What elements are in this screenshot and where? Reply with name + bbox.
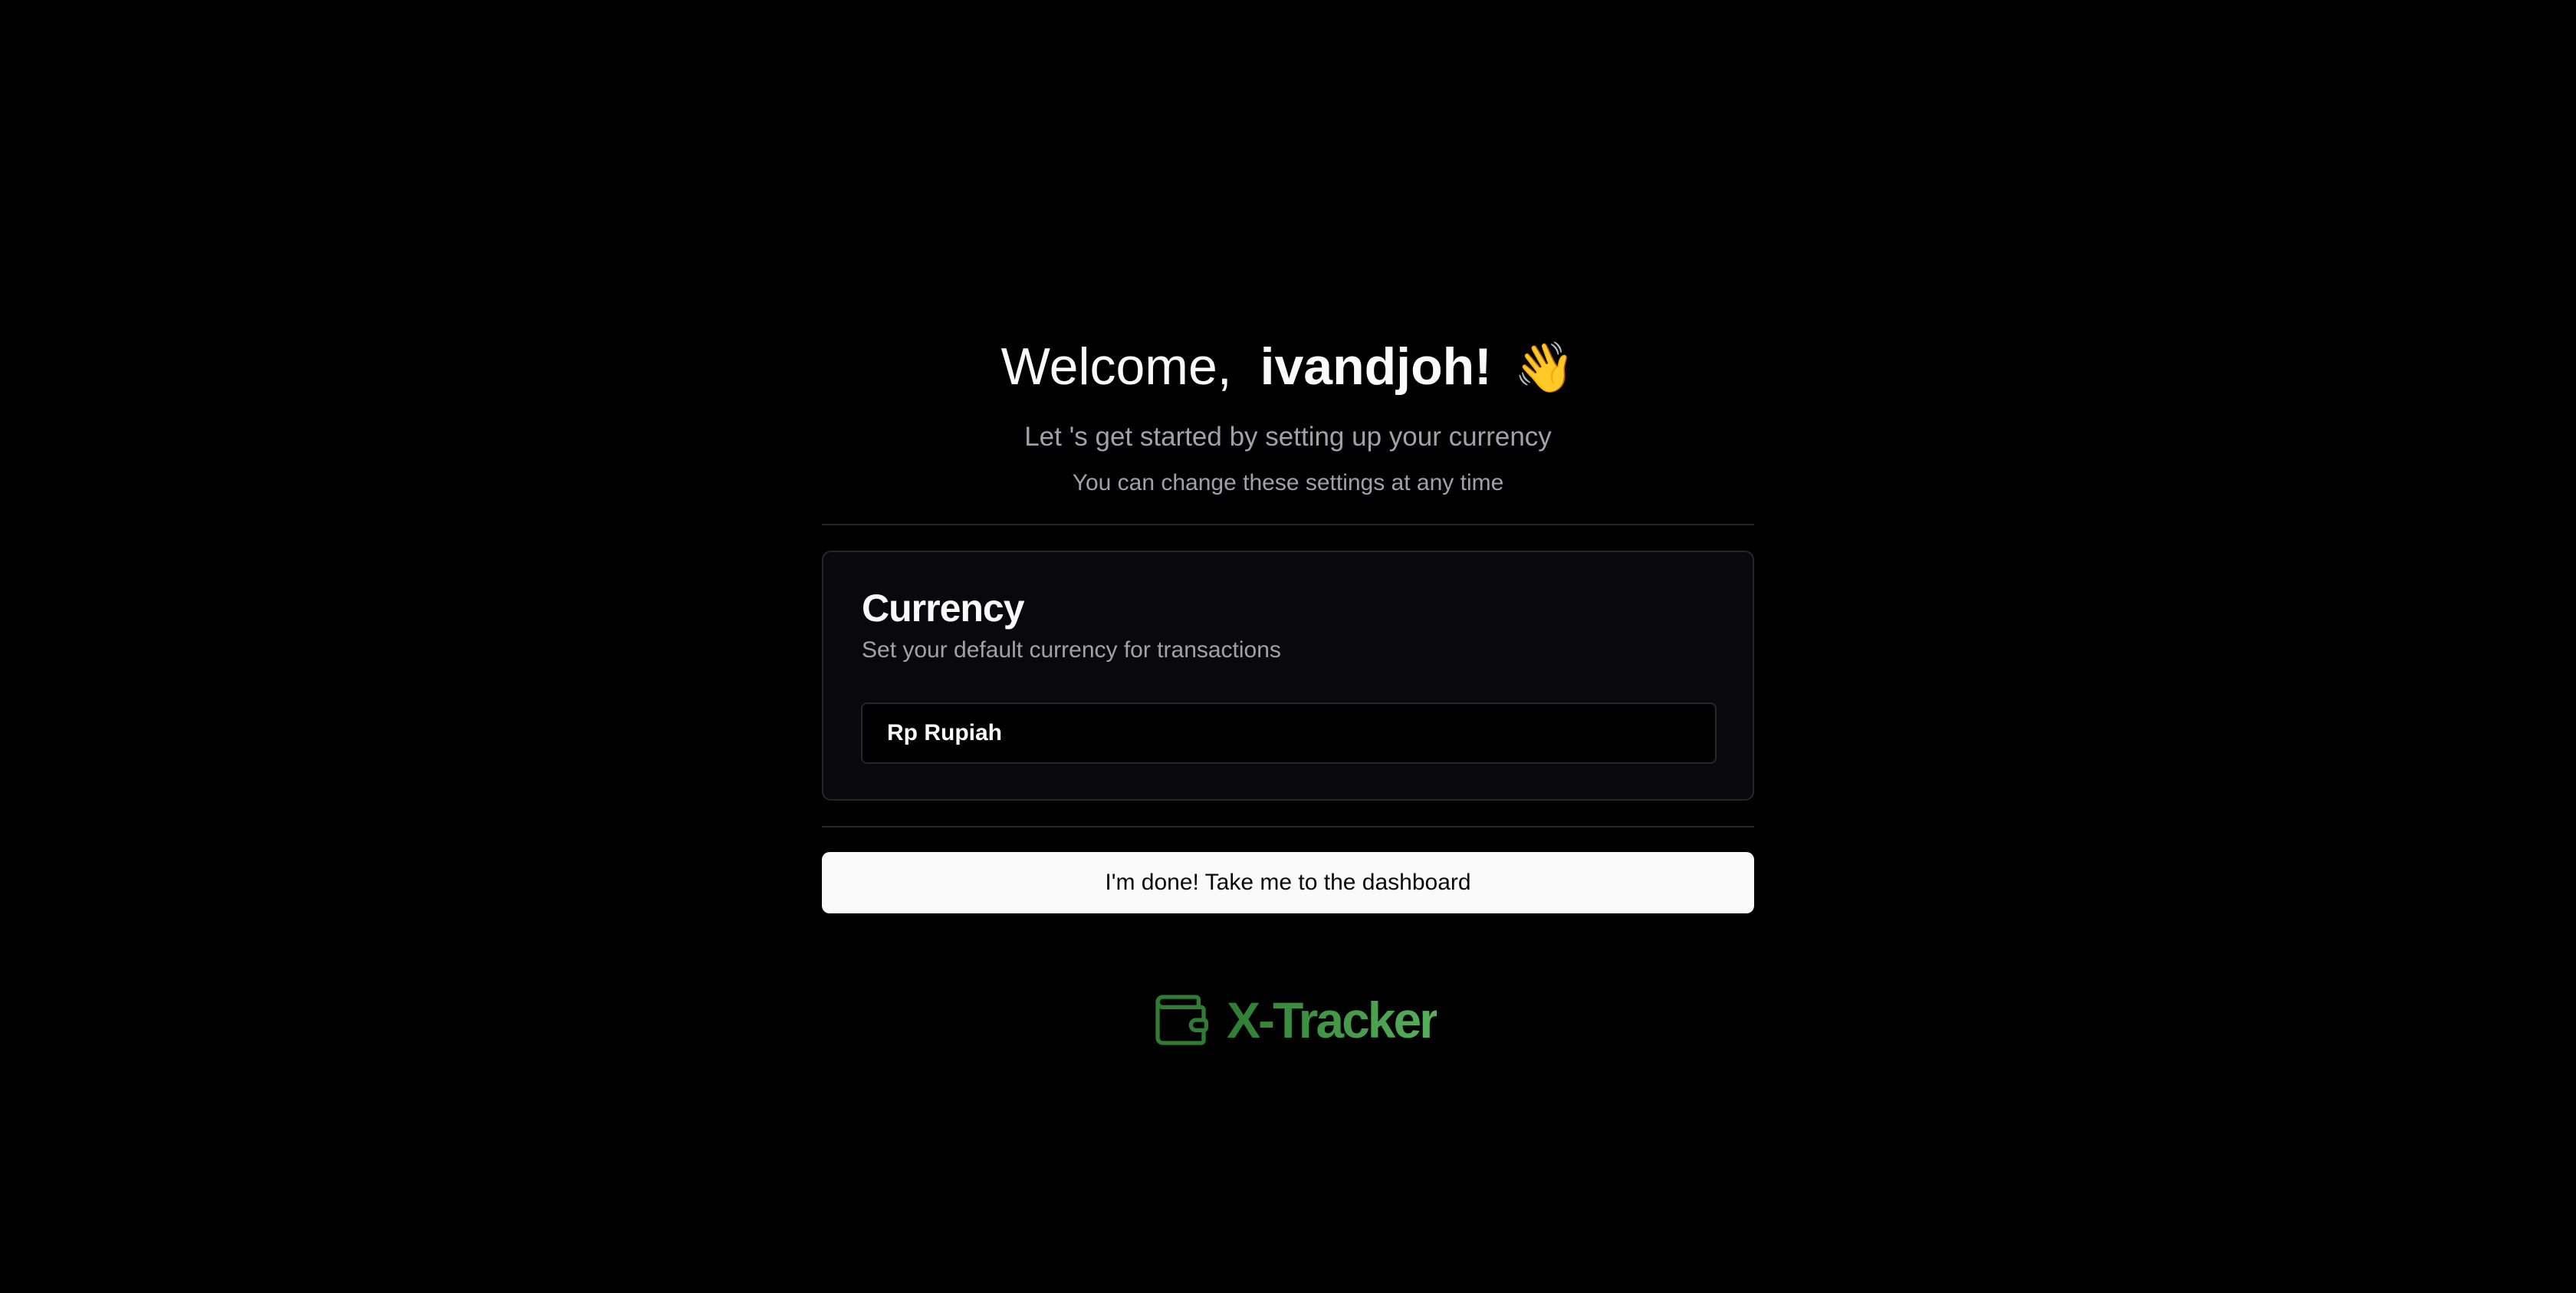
wallet-icon: [1155, 995, 1208, 1045]
brand-logo: X-Tracker: [1150, 989, 1439, 1051]
currency-card: Currency Set your default currency for t…: [822, 551, 1754, 801]
brand-name: X-Tracker: [1227, 989, 1439, 1051]
currency-select-value: Rp Rupiah: [887, 720, 1002, 745]
welcome-prefix: Welcome,: [1001, 337, 1232, 396]
welcome-heading: Welcome, ivandjoh! 👋: [0, 328, 2576, 406]
currency-select[interactable]: Rp Rupiah: [861, 702, 1717, 764]
welcome-subtitle: Let 's get started by setting up your cu…: [1024, 422, 1552, 452]
settings-note: You can change these settings at any tim…: [1072, 470, 1504, 495]
waving-hand-icon: 👋: [1513, 340, 1576, 395]
onboarding-page: Welcome, ivandjoh! 👋 Let 's get started …: [0, 0, 2576, 1293]
bottom-divider: [822, 826, 1754, 827]
currency-card-description: Set your default currency for transactio…: [862, 637, 1281, 663]
currency-card-title: Currency: [862, 587, 1025, 630]
go-to-dashboard-button[interactable]: I'm done! Take me to the dashboard: [822, 852, 1754, 913]
top-divider: [822, 524, 1754, 525]
welcome-username: ivandjoh!: [1260, 337, 1492, 396]
